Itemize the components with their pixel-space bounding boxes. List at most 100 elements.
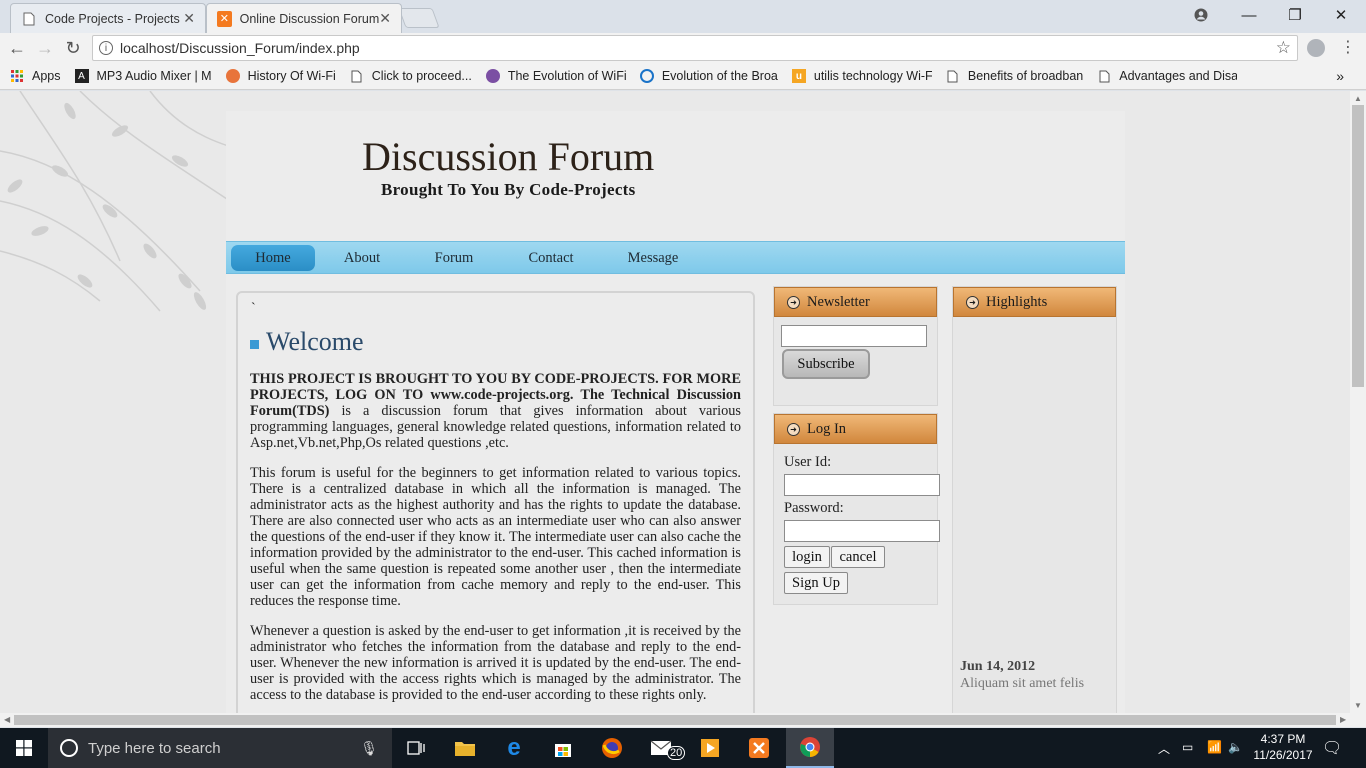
scroll-right-icon[interactable]: ▶ — [1340, 715, 1346, 724]
mail-icon[interactable]: 20 — [637, 728, 686, 768]
edge-browser-icon[interactable]: e — [490, 728, 538, 768]
utilis-icon: u — [791, 69, 806, 83]
close-tab-icon[interactable]: ✕ — [379, 10, 391, 27]
bookmark-apps[interactable]: Apps — [10, 69, 61, 83]
nav-about[interactable]: About — [332, 245, 392, 271]
vertical-scrollbar[interactable]: ▲ ▼ — [1350, 91, 1366, 713]
scroll-up-icon[interactable]: ▲ — [1354, 94, 1362, 103]
signup-button[interactable]: Sign Up — [784, 572, 848, 594]
tray-chevron-icon[interactable]: ︿ — [1158, 740, 1170, 757]
tab-online-discussion-forum[interactable]: ✕ Online Discussion Forum ✕ — [206, 3, 402, 33]
highlights-box: ➜ Highlights Jun 14, 2012 Aliquam sit am… — [952, 286, 1117, 713]
windows-start-icon[interactable] — [0, 728, 48, 768]
newsletter-email-input[interactable] — [781, 325, 927, 347]
address-bar[interactable]: i localhost/Discussion_Forum/index.php ☆ — [92, 35, 1298, 61]
media-player-icon[interactable] — [686, 728, 734, 768]
taskbar-search[interactable]: Type here to search 🎙 — [48, 728, 392, 768]
question-paragraph: Whenever a question is asked by the end-… — [250, 623, 741, 703]
info-icon[interactable]: i — [99, 41, 113, 55]
horizontal-scroll-thumb[interactable] — [14, 715, 1336, 725]
login-heading: Log In — [807, 420, 847, 437]
bookmark-label: utilis technology Wi-F — [813, 69, 932, 83]
chrome-taskbar-icon[interactable] — [786, 728, 834, 768]
vertical-scroll-thumb[interactable] — [1352, 105, 1364, 387]
nav-home[interactable]: Home — [231, 245, 315, 271]
newsletter-heading: Newsletter — [807, 293, 870, 310]
bookmark-utilis[interactable]: u utilis technology Wi-F — [791, 69, 932, 83]
bookmark-advantages[interactable]: Advantages and Disa — [1097, 69, 1237, 83]
stray-mark: ` — [251, 301, 256, 316]
welcome-panel: ` Welcome THIS PROJECT IS BROUGHT TO YOU… — [236, 291, 755, 713]
notification-icon[interactable]: 🗨 — [1322, 738, 1342, 758]
broadband-icon — [639, 69, 654, 83]
bookmark-mp3-mixer[interactable]: A MP3 Audio Mixer | M — [74, 69, 212, 83]
highlight-text: Aliquam sit amet felis — [960, 676, 1085, 691]
battery-icon[interactable]: ▭ — [1182, 740, 1193, 754]
page-viewport: Discussion Forum Brought To You By Code-… — [0, 91, 1350, 713]
nav-forum[interactable]: Forum — [422, 245, 486, 271]
welcome-heading-text: Welcome — [266, 327, 364, 356]
bookmark-evolution-broadband[interactable]: Evolution of the Broa — [639, 69, 778, 83]
bookmark-evolution-wifi[interactable]: The Evolution of WiFi — [485, 69, 626, 83]
bookmark-label: History Of Wi-Fi — [247, 69, 336, 83]
scroll-down-icon[interactable]: ▼ — [1354, 701, 1362, 710]
menu-dots-icon[interactable]: ⋮ — [1340, 37, 1356, 57]
file-explorer-icon[interactable] — [441, 728, 489, 768]
horizontal-scrollbar[interactable]: ◀ ▶ — [0, 713, 1366, 727]
bookmark-label: Apps — [32, 69, 61, 83]
scroll-left-icon[interactable]: ◀ — [4, 715, 10, 724]
userid-label: User Id: — [784, 454, 832, 470]
close-tab-icon[interactable]: ✕ — [183, 10, 195, 27]
bookmark-label: Benefits of broadban — [967, 69, 1084, 83]
bookmark-history-wifi[interactable]: History Of Wi-Fi — [225, 69, 336, 83]
userid-input[interactable] — [784, 474, 940, 496]
arrow-right-icon: ➜ — [787, 295, 800, 309]
forward-icon[interactable]: → — [34, 37, 56, 59]
password-label: Password: — [784, 500, 844, 516]
bookmark-benefits-broadband[interactable]: Benefits of broadban — [946, 69, 1083, 83]
tab-code-projects[interactable]: Code Projects - Projects ✕ — [10, 3, 206, 33]
bookmark-click-proceed[interactable]: Click to proceed... — [350, 69, 472, 83]
bullet-square-icon — [250, 339, 259, 349]
xampp-taskbar-icon[interactable] — [735, 728, 783, 768]
mail-badge: 20 — [667, 746, 686, 760]
profile-icon[interactable] — [1178, 0, 1224, 30]
bookmark-label: Advantages and Disa — [1119, 69, 1238, 83]
nav-message[interactable]: Message — [618, 245, 688, 271]
task-view-icon[interactable] — [392, 728, 440, 768]
windows-taskbar: Type here to search 🎙 e 20 ︿ ▭ 📶 🔈 4:37 … — [0, 728, 1366, 768]
nav-contact[interactable]: Contact — [518, 245, 584, 271]
tab-title: Code Projects - Projects — [45, 11, 180, 26]
password-input[interactable] — [784, 520, 940, 542]
wifi-icon[interactable]: 📶 — [1207, 740, 1222, 754]
browser-tab-strip: Code Projects - Projects ✕ ✕ Online Disc… — [0, 0, 1366, 33]
new-tab-button[interactable] — [398, 8, 440, 28]
taskbar-clock[interactable]: 4:37 PM 11/26/2017 — [1252, 731, 1314, 763]
close-window-icon[interactable]: ✕ — [1318, 0, 1364, 30]
bookmarks-bar: Apps A MP3 Audio Mixer | M History Of Wi… — [0, 63, 1366, 90]
login-button[interactable]: login — [784, 546, 830, 568]
back-icon[interactable]: ← — [6, 37, 28, 59]
subscribe-button[interactable]: Subscribe — [782, 349, 870, 379]
microphone-icon[interactable]: 🎙 — [360, 740, 378, 757]
page-icon — [1097, 69, 1111, 83]
newsletter-header: ➜ Newsletter — [774, 287, 937, 317]
highlights-header: ➜ Highlights — [953, 287, 1116, 317]
reload-icon[interactable]: ↻ — [62, 37, 84, 59]
restore-icon[interactable]: ❐ — [1272, 0, 1318, 30]
minimize-icon[interactable]: — — [1226, 0, 1272, 30]
clock-date: 11/26/2017 — [1253, 748, 1313, 762]
extension-icon[interactable] — [1307, 39, 1325, 57]
url-text: localhost/Discussion_Forum/index.php — [120, 40, 360, 56]
newsletter-box: ➜ Newsletter Subscribe — [773, 286, 938, 406]
cortana-icon — [60, 739, 78, 757]
store-icon[interactable] — [539, 728, 587, 768]
bookmarks-overflow-icon[interactable]: » — [1336, 68, 1344, 84]
cancel-button[interactable]: cancel — [831, 546, 885, 568]
xampp-icon: ✕ — [217, 10, 232, 27]
bookmark-star-icon[interactable]: ☆ — [1276, 38, 1291, 58]
forum-paragraph: This forum is useful for the beginners t… — [250, 465, 741, 609]
volume-icon[interactable]: 🔈 — [1228, 740, 1243, 754]
firefox-icon[interactable] — [588, 728, 636, 768]
highlight-date: Jun 14, 2012 — [960, 659, 1036, 674]
